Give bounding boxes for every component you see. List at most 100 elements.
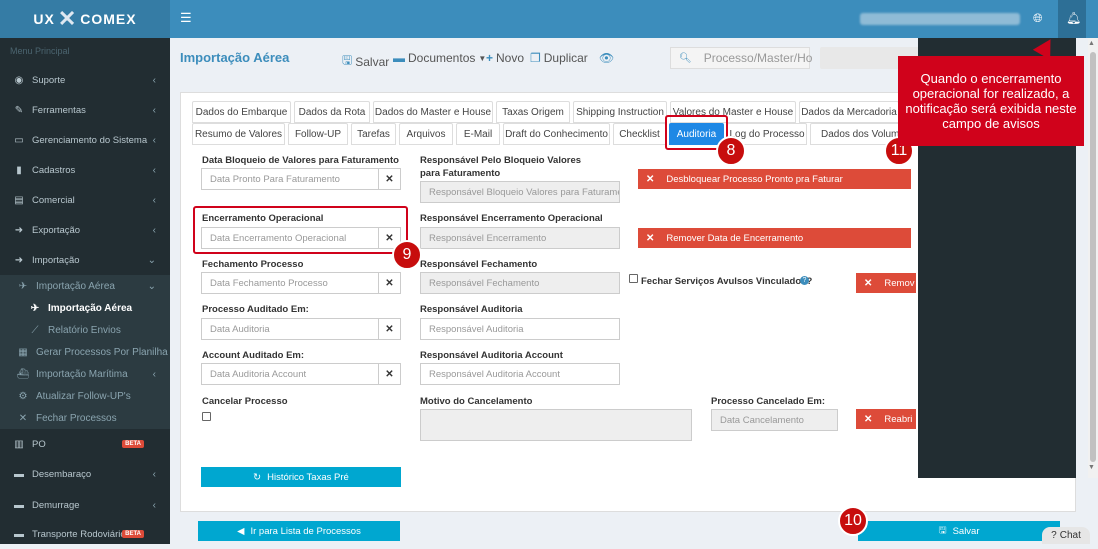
help-icon[interactable]: ? <box>800 276 809 285</box>
times-icon: ✕ <box>646 173 655 185</box>
sidebar-item-label: Atualizar Follow-UP's <box>36 390 131 402</box>
tab-tarefas[interactable]: Tarefas <box>351 123 396 145</box>
documents-dropdown[interactable]: ▬ Documentos ▼ <box>393 51 486 65</box>
tab-taxas-origem[interactable]: Taxas Origem <box>496 101 570 123</box>
arrow-circle-left-icon: ◀ <box>237 525 245 537</box>
tab-dados-rota[interactable]: Dados da Rota <box>294 101 370 123</box>
tab-resumo-valores[interactable]: Resumo de Valores <box>192 123 285 145</box>
app-logo[interactable]: UX ✕ COMEX <box>0 0 170 38</box>
motivo-textarea[interactable] <box>420 409 692 441</box>
remover-label: Remov <box>884 277 915 289</box>
bloqueio-date-field[interactable]: Data Pronto Para Faturamento ✕ <box>201 168 401 190</box>
sidebar-item-comercial[interactable]: ▤ Comercial ‹ <box>0 185 170 215</box>
new-button[interactable]: + Novo <box>486 51 524 65</box>
resp-account-field[interactable]: Responsável Auditoria Account <box>420 363 620 385</box>
historico-taxas-button[interactable]: ↻ Histórico Taxas Pré <box>201 467 401 487</box>
tab-arquivos[interactable]: Arquivos <box>399 123 453 145</box>
chevron-left-icon: ‹ <box>152 134 156 146</box>
sidebar-item-label: Fechar Processos <box>36 412 117 424</box>
sidebar-item-ferramentas[interactable]: ✎ Ferramentas ‹ <box>0 95 170 125</box>
sidebar-item-fechar-processos[interactable]: ✕ Fechar Processos <box>0 407 170 429</box>
file-icon: ▦ <box>18 346 28 358</box>
scroll-up-arrow[interactable]: ▲ <box>1088 40 1095 47</box>
reabrir-button[interactable]: ✕ Reabri <box>856 409 916 429</box>
bell-icon[interactable]: 🔔︎ <box>1066 11 1081 25</box>
duplicate-label: Duplicar <box>543 51 588 65</box>
tab-shipping-instruction[interactable]: Shipping Instruction <box>573 101 667 123</box>
sidebar-item-label: Desembaraço <box>32 468 92 480</box>
auditado-date-field[interactable]: Data Auditoria ✕ <box>201 318 401 340</box>
clear-icon[interactable]: ✕ <box>378 319 400 339</box>
scrollbar-thumb[interactable] <box>1090 52 1096 462</box>
sidebar-item-suporte[interactable]: ◉ Suporte ‹ <box>0 65 170 95</box>
chevron-left-icon: ‹ <box>152 499 156 511</box>
new-label: Novo <box>496 51 525 65</box>
clear-icon[interactable]: ✕ <box>378 169 400 189</box>
user-name-blurred[interactable] <box>860 13 1020 25</box>
desbloquear-button[interactable]: ✕ Desbloquear Processo Pronto pra Faturar <box>638 169 911 189</box>
fechar-servicos-checkbox[interactable] <box>629 274 638 283</box>
sidebar-item-label: Importação <box>32 254 80 266</box>
account-date-field[interactable]: Data Auditoria Account ✕ <box>201 363 401 385</box>
resp-auditoria-field[interactable]: Responsável Auditoria <box>420 318 620 340</box>
sidebar-item-gerar-processos[interactable]: ▦ Gerar Processos Por Planilha <box>0 341 170 363</box>
fechamento-date-field[interactable]: Data Fechamento Processo ✕ <box>201 272 401 294</box>
eye-icon[interactable]: 👁︎ <box>599 51 614 65</box>
sidebar-item-gerenciamento[interactable]: ▭ Gerenciamento do Sistema ‹ <box>0 125 170 155</box>
sidebar: Menu Principal ◉ Suporte ‹ ✎ Ferramentas ‹ ▭… <box>0 38 170 544</box>
globe-icon[interactable]: 🌐︎ <box>1033 11 1043 26</box>
clock-icon: ▬ <box>14 499 24 511</box>
sidebar-item-label: Ferramentas <box>32 104 86 116</box>
resp-bloqueio-placeholder: Responsável Bloqueio Valores para Fatura… <box>429 186 620 198</box>
resp-bloqueio-label: Responsável Pelo Bloqueio Valores para F… <box>420 155 582 179</box>
salvar-label: Salvar <box>952 525 980 537</box>
sidebar-item-relatorio-envios[interactable]: ⟋ Relatório Envios <box>0 319 170 341</box>
sidebar-item-po[interactable]: ▥ PO BETA <box>0 429 170 459</box>
beta-badge: BETA <box>122 530 144 538</box>
fechamento-placeholder: Data Fechamento Processo <box>210 277 328 289</box>
sidebar-item-label: Gerar Processos Por Planilha <box>36 346 168 358</box>
account-placeholder: Data Auditoria Account <box>210 368 307 380</box>
help-icon: ? <box>1051 530 1057 541</box>
search-input[interactable]: 🔍︎ Processo/Master/Ho <box>670 47 812 69</box>
remover-encerramento-button[interactable]: ✕ Remover Data de Encerramento <box>638 228 911 248</box>
tab-draft-conhecimento[interactable]: Draft do Conhecimento <box>503 123 610 145</box>
resp-auditoria-label: Responsável Auditoria <box>420 304 523 315</box>
tab-dados-master-house[interactable]: Dados do Master e House <box>373 101 493 123</box>
sidebar-item-transporte[interactable]: ▬ Transporte Rodoviário BETA <box>0 519 170 549</box>
sidebar-item-cadastros[interactable]: ▮ Cadastros ‹ <box>0 155 170 185</box>
bars-icon[interactable]: ☰ <box>180 10 192 26</box>
sidebar-item-desembaraco[interactable]: ▬ Desembaraço ‹ <box>0 459 170 489</box>
chat-button[interactable]: ? Chat <box>1042 527 1090 544</box>
cancelar-checkbox[interactable] <box>202 412 211 421</box>
sidebar-item-label: Demurrage <box>32 499 80 511</box>
lista-processos-button[interactable]: ◀ Ir para Lista de Processos <box>198 521 400 541</box>
chevron-left-icon: ‹ <box>152 194 156 206</box>
sidebar-item-importacao-aerea[interactable]: ✈ Importação Aérea <box>0 297 170 319</box>
fechamento-label: Fechamento Processo <box>202 259 304 270</box>
sidebar-item-label: Importação Aérea <box>48 302 133 314</box>
tab-checklist[interactable]: Checklist <box>613 123 666 145</box>
chevron-left-icon: ‹ <box>152 468 156 480</box>
clear-icon[interactable]: ✕ <box>378 273 400 293</box>
sidebar-item-importacao-aerea-group[interactable]: ✈ Importação Aérea ⌄ <box>0 275 170 297</box>
tab-dados-mercadoria[interactable]: Dados da Mercadoria <box>799 101 899 123</box>
folder-icon: ▬ <box>393 51 405 65</box>
remover-button[interactable]: ✕ Remov <box>856 273 916 293</box>
sidebar-item-importacao[interactable]: ➜ Importação ⌄ <box>0 245 170 275</box>
sidebar-item-importacao-maritima[interactable]: ⛴︎ Importação Marítima ‹ <box>0 363 170 385</box>
tab-email[interactable]: E-Mail <box>456 123 500 145</box>
sidebar-item-exportacao[interactable]: ➜ Exportação ‹ <box>0 215 170 245</box>
clear-icon[interactable]: ✕ <box>378 364 400 384</box>
salvar-button[interactable]: 🖫︎ Salvar <box>858 521 1060 541</box>
duplicate-button[interactable]: ❐ Duplicar <box>530 51 588 65</box>
cancelado-placeholder: Data Cancelamento <box>720 414 804 426</box>
save-toolbar-button[interactable]: 🖫︎ Salvar <box>342 51 389 72</box>
historico-label: Histórico Taxas Pré <box>267 471 349 483</box>
tab-follow-up[interactable]: Follow-UP <box>288 123 348 145</box>
scroll-down-arrow[interactable]: ▼ <box>1088 464 1095 471</box>
sidebar-item-demurrage[interactable]: ▬ Demurrage ‹ <box>0 490 170 520</box>
save-label: Salvar <box>355 54 390 69</box>
tab-dados-embarque[interactable]: Dados do Embarque <box>192 101 291 123</box>
sidebar-item-atualizar-followup[interactable]: ⚙︎ Atualizar Follow-UP's <box>0 385 170 407</box>
